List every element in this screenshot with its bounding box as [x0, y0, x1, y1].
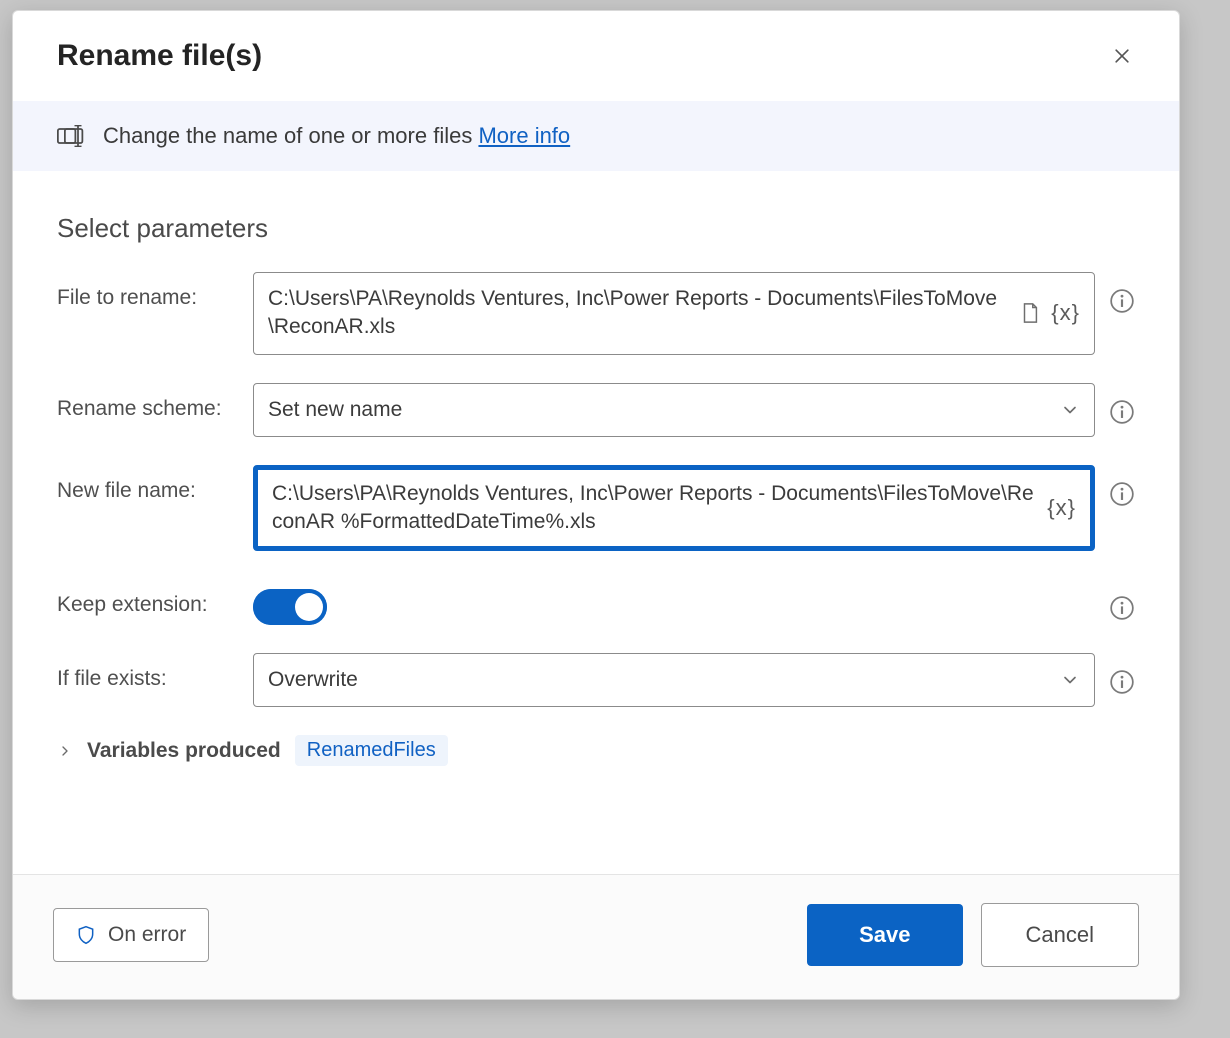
file-to-rename-value: C:\Users\PA\Reynolds Ventures, Inc\Power…	[268, 285, 1009, 342]
save-button[interactable]: Save	[807, 904, 962, 966]
close-button[interactable]	[1105, 39, 1139, 73]
toggle-knob	[295, 593, 323, 621]
if-file-exists-label: If file exists:	[57, 653, 253, 691]
new-file-name-label: New file name:	[57, 465, 253, 503]
chevron-down-icon	[1060, 670, 1080, 690]
section-title: Select parameters	[57, 213, 1135, 244]
on-error-label: On error	[108, 923, 186, 947]
variable-picker-icon[interactable]: {x}	[1047, 495, 1076, 521]
field-new-file-name: New file name: C:\Users\PA\Reynolds Vent…	[57, 465, 1135, 552]
field-if-file-exists: If file exists: Overwrite	[57, 653, 1135, 707]
on-error-button[interactable]: On error	[53, 908, 209, 962]
shield-icon	[76, 924, 96, 946]
info-banner: Change the name of one or more files Mor…	[13, 101, 1179, 171]
chevron-right-icon	[57, 743, 73, 759]
close-icon	[1112, 46, 1132, 66]
rename-scheme-label: Rename scheme:	[57, 383, 253, 421]
rename-icon	[57, 125, 85, 147]
rename-files-dialog: Rename file(s) Change the name of one or…	[12, 10, 1180, 1000]
info-icon[interactable]	[1109, 595, 1135, 621]
variables-produced-row[interactable]: Variables produced RenamedFiles	[57, 735, 1135, 766]
new-file-name-value: C:\Users\PA\Reynolds Ventures, Inc\Power…	[272, 480, 1037, 537]
info-banner-text: Change the name of one or more files Mor…	[103, 123, 570, 149]
cancel-button[interactable]: Cancel	[981, 903, 1139, 967]
rename-scheme-value: Set new name	[268, 398, 402, 422]
chevron-down-icon	[1060, 400, 1080, 420]
info-icon[interactable]	[1109, 288, 1135, 314]
file-to-rename-label: File to rename:	[57, 272, 253, 310]
file-to-rename-input[interactable]: C:\Users\PA\Reynolds Ventures, Inc\Power…	[253, 272, 1095, 355]
variable-pill[interactable]: RenamedFiles	[295, 735, 448, 766]
keep-extension-label: Keep extension:	[57, 579, 253, 617]
dialog-backdrop: Rename file(s) Change the name of one or…	[0, 0, 1230, 1038]
file-picker-icon[interactable]	[1019, 302, 1041, 324]
rename-scheme-select[interactable]: Set new name	[253, 383, 1095, 437]
field-file-to-rename: File to rename: C:\Users\PA\Reynolds Ven…	[57, 272, 1135, 355]
new-file-name-input[interactable]: C:\Users\PA\Reynolds Ventures, Inc\Power…	[253, 465, 1095, 552]
keep-extension-toggle[interactable]	[253, 589, 327, 625]
dialog-body: Select parameters File to rename: C:\Use…	[13, 171, 1179, 874]
if-file-exists-value: Overwrite	[268, 668, 358, 692]
field-rename-scheme: Rename scheme: Set new name	[57, 383, 1135, 437]
dialog-title: Rename file(s)	[57, 39, 1105, 73]
variable-picker-icon[interactable]: {x}	[1051, 300, 1080, 326]
dialog-titlebar: Rename file(s)	[13, 11, 1179, 101]
info-icon[interactable]	[1109, 399, 1135, 425]
field-keep-extension: Keep extension:	[57, 579, 1135, 625]
more-info-link[interactable]: More info	[478, 123, 570, 148]
dialog-footer: On error Save Cancel	[13, 874, 1179, 999]
if-file-exists-select[interactable]: Overwrite	[253, 653, 1095, 707]
info-icon[interactable]	[1109, 481, 1135, 507]
banner-text: Change the name of one or more files	[103, 123, 478, 148]
info-icon[interactable]	[1109, 669, 1135, 695]
variables-produced-label: Variables produced	[87, 739, 281, 763]
